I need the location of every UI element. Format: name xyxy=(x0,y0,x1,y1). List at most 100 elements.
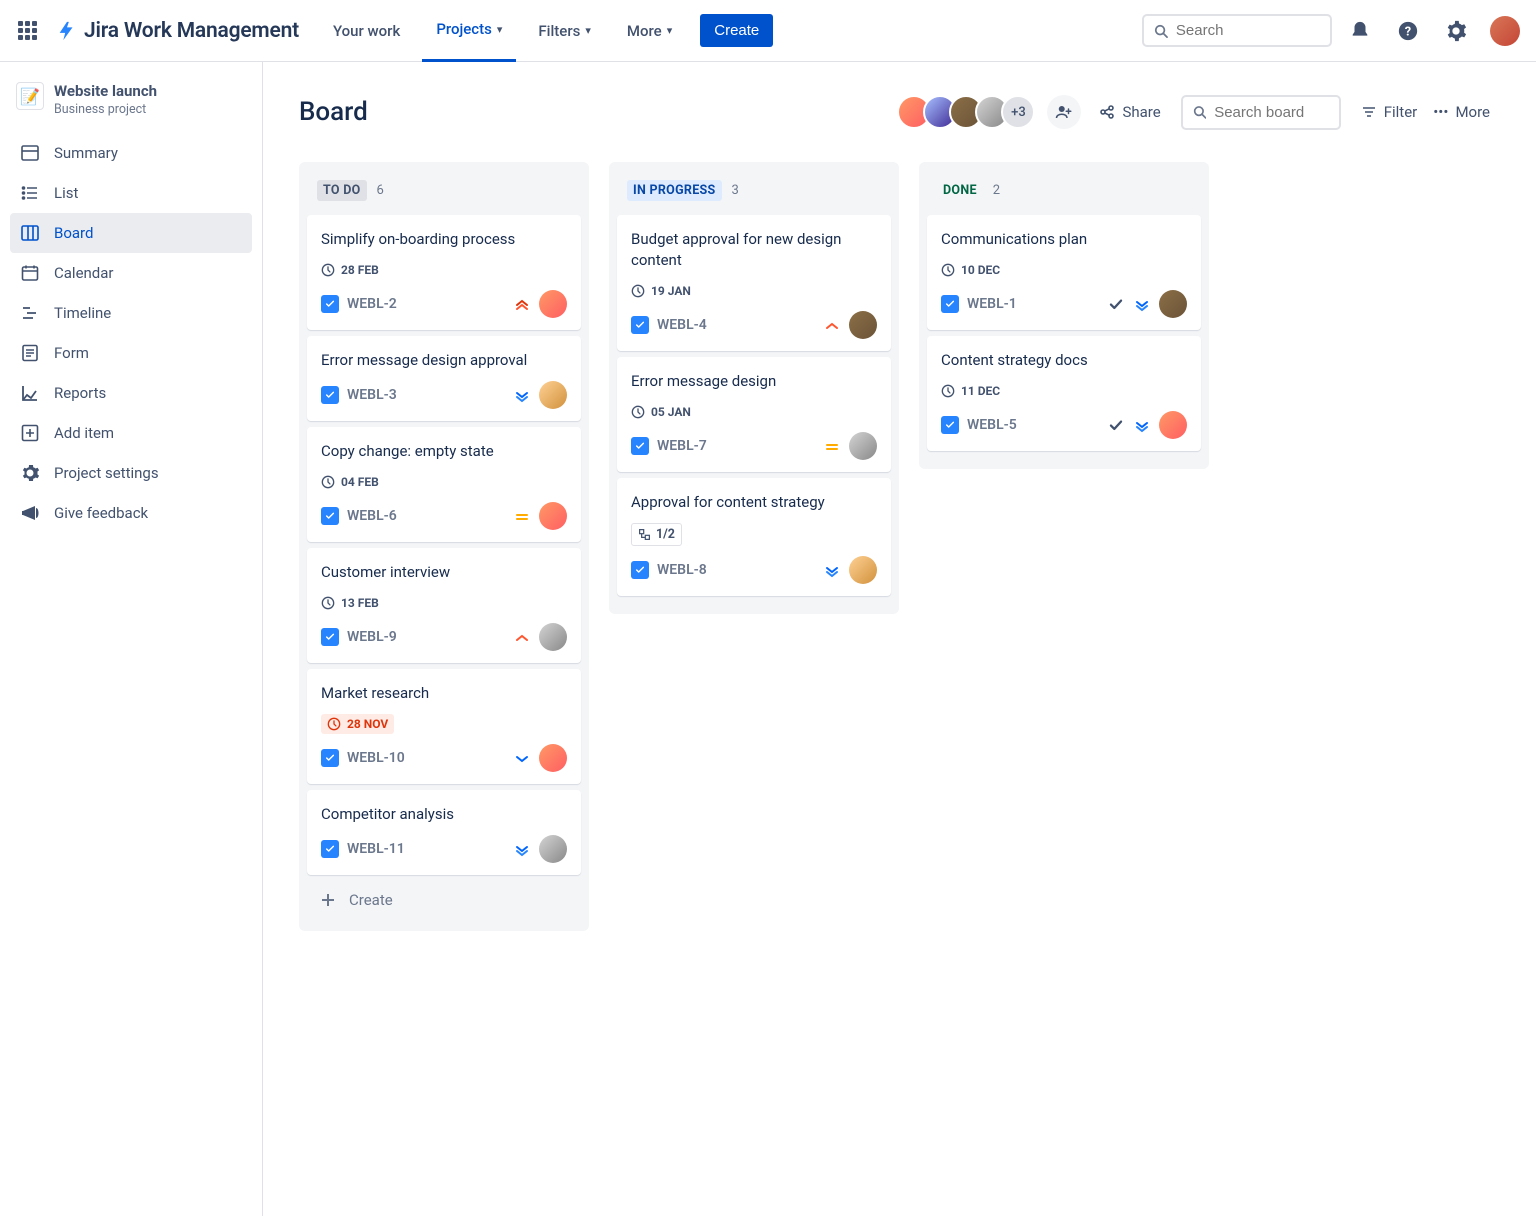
project-header[interactable]: 📝 Website launch Business project xyxy=(10,82,252,133)
clock-icon xyxy=(321,596,335,610)
card[interactable]: Customer interview13 FEBWEBL-9 xyxy=(307,548,581,663)
notifications-icon[interactable] xyxy=(1346,17,1374,45)
nav-your-work[interactable]: Your work xyxy=(319,0,414,62)
settings-icon[interactable] xyxy=(1442,17,1470,45)
sidebar-item-label: Calendar xyxy=(54,264,114,282)
issue-type-icon xyxy=(941,416,959,434)
assignee-avatar[interactable] xyxy=(1159,411,1187,439)
card[interactable]: Budget approval for new design content19… xyxy=(617,215,891,351)
chevron-down-icon: ▾ xyxy=(497,23,503,36)
search-input[interactable] xyxy=(1176,22,1320,39)
assignee-avatar[interactable] xyxy=(849,432,877,460)
sidebar-item-form[interactable]: Form xyxy=(10,333,252,373)
priority-low-icon xyxy=(1133,416,1151,434)
priority-low-icon xyxy=(513,840,531,858)
due-date: 19 JAN xyxy=(631,281,691,301)
avatar-stack[interactable]: +3 xyxy=(897,95,1035,129)
issue-type-icon xyxy=(631,561,649,579)
sidebar-item-label: Board xyxy=(54,224,93,242)
priority-low-icon xyxy=(513,386,531,404)
card-title: Competitor analysis xyxy=(321,804,567,825)
card[interactable]: Competitor analysisWEBL-11 xyxy=(307,790,581,875)
board-icon xyxy=(20,223,40,243)
issue-key: WEBL-5 xyxy=(967,417,1017,433)
global-search[interactable] xyxy=(1142,14,1332,47)
issue-key: WEBL-3 xyxy=(347,387,397,403)
create-issue-button[interactable]: Create xyxy=(307,881,581,919)
sidebar-item-reports[interactable]: Reports xyxy=(10,373,252,413)
card-title: Error message design xyxy=(631,371,877,392)
card[interactable]: Error message design05 JANWEBL-7 xyxy=(617,357,891,472)
assignee-avatar[interactable] xyxy=(539,290,567,318)
card[interactable]: Market research28 NOVWEBL-10 xyxy=(307,669,581,784)
sidebar-item-board[interactable]: Board xyxy=(10,213,252,253)
column-title: TO DO xyxy=(317,180,367,201)
product-logo[interactable]: Jira Work Management xyxy=(56,19,299,43)
help-icon[interactable]: ? xyxy=(1394,17,1422,45)
clock-icon xyxy=(941,384,955,398)
share-button[interactable]: Share xyxy=(1099,103,1160,121)
card[interactable]: Communications plan10 DECWEBL-1 xyxy=(927,215,1201,330)
sidebar-item-timeline[interactable]: Timeline xyxy=(10,293,252,333)
done-check-icon xyxy=(1107,416,1125,434)
assignee-avatar[interactable] xyxy=(539,623,567,651)
card[interactable]: Approval for content strategy1/2WEBL-8 xyxy=(617,478,891,596)
nav-projects[interactable]: Projects▾ xyxy=(422,0,516,62)
create-button[interactable]: Create xyxy=(700,14,773,47)
clock-icon xyxy=(631,405,645,419)
assignee-avatar[interactable] xyxy=(539,381,567,409)
nav-filters[interactable]: Filters▾ xyxy=(524,0,605,62)
share-icon xyxy=(1099,104,1115,120)
assignee-avatar[interactable] xyxy=(539,744,567,772)
card[interactable]: Error message design approvalWEBL-3 xyxy=(307,336,581,421)
column-title: IN PROGRESS xyxy=(627,180,722,201)
nav-more[interactable]: More▾ xyxy=(613,0,686,62)
sidebar-item-calendar[interactable]: Calendar xyxy=(10,253,252,293)
more-button[interactable]: •••More xyxy=(1433,103,1490,121)
project-name: Website launch xyxy=(54,82,157,100)
assignee-avatar[interactable] xyxy=(849,311,877,339)
app-switcher-icon[interactable] xyxy=(16,19,40,43)
board-search-input[interactable] xyxy=(1214,104,1329,121)
project-icon: 📝 xyxy=(16,82,44,110)
clock-icon xyxy=(941,263,955,277)
sidebar-item-add-item[interactable]: Add item xyxy=(10,413,252,453)
issue-type-icon xyxy=(321,749,339,767)
column-count: 2 xyxy=(993,183,1000,198)
sidebar-item-project-settings[interactable]: Project settings xyxy=(10,453,252,493)
sidebar-item-list[interactable]: List xyxy=(10,173,252,213)
card[interactable]: Content strategy docs11 DECWEBL-5 xyxy=(927,336,1201,451)
avatar-overflow[interactable]: +3 xyxy=(1001,95,1035,129)
sidebar-item-label: List xyxy=(54,184,78,202)
project-type: Business project xyxy=(54,102,157,117)
due-date: 11 DEC xyxy=(941,381,1000,401)
card[interactable]: Copy change: empty state04 FEBWEBL-6 xyxy=(307,427,581,542)
assignee-avatar[interactable] xyxy=(849,556,877,584)
clock-icon xyxy=(321,263,335,277)
filter-button[interactable]: Filter xyxy=(1361,103,1418,121)
sidebar-item-give-feedback[interactable]: Give feedback xyxy=(10,493,252,533)
card[interactable]: Simplify on-boarding process28 FEBWEBL-2 xyxy=(307,215,581,330)
sidebar-item-label: Summary xyxy=(54,144,118,162)
issue-type-icon xyxy=(321,628,339,646)
profile-avatar[interactable] xyxy=(1490,16,1520,46)
settings-icon xyxy=(20,463,40,483)
priority-high-icon xyxy=(823,316,841,334)
assignee-avatar[interactable] xyxy=(1159,290,1187,318)
plus-icon xyxy=(319,891,337,909)
card-title: Communications plan xyxy=(941,229,1187,250)
column-count: 6 xyxy=(377,183,384,198)
assignee-avatar[interactable] xyxy=(539,835,567,863)
search-icon xyxy=(1193,104,1206,120)
due-date: 10 DEC xyxy=(941,260,1000,280)
board-search[interactable] xyxy=(1181,95,1341,130)
add-person-button[interactable] xyxy=(1047,95,1081,129)
due-date: 13 FEB xyxy=(321,593,379,613)
more-icon: ••• xyxy=(1433,103,1448,121)
clock-icon xyxy=(631,284,645,298)
board: TO DO 6 Simplify on-boarding process28 FEB… xyxy=(299,162,1506,931)
assignee-avatar[interactable] xyxy=(539,502,567,530)
priority-medium-icon xyxy=(823,437,841,455)
issue-type-icon xyxy=(631,437,649,455)
sidebar-item-summary[interactable]: Summary xyxy=(10,133,252,173)
